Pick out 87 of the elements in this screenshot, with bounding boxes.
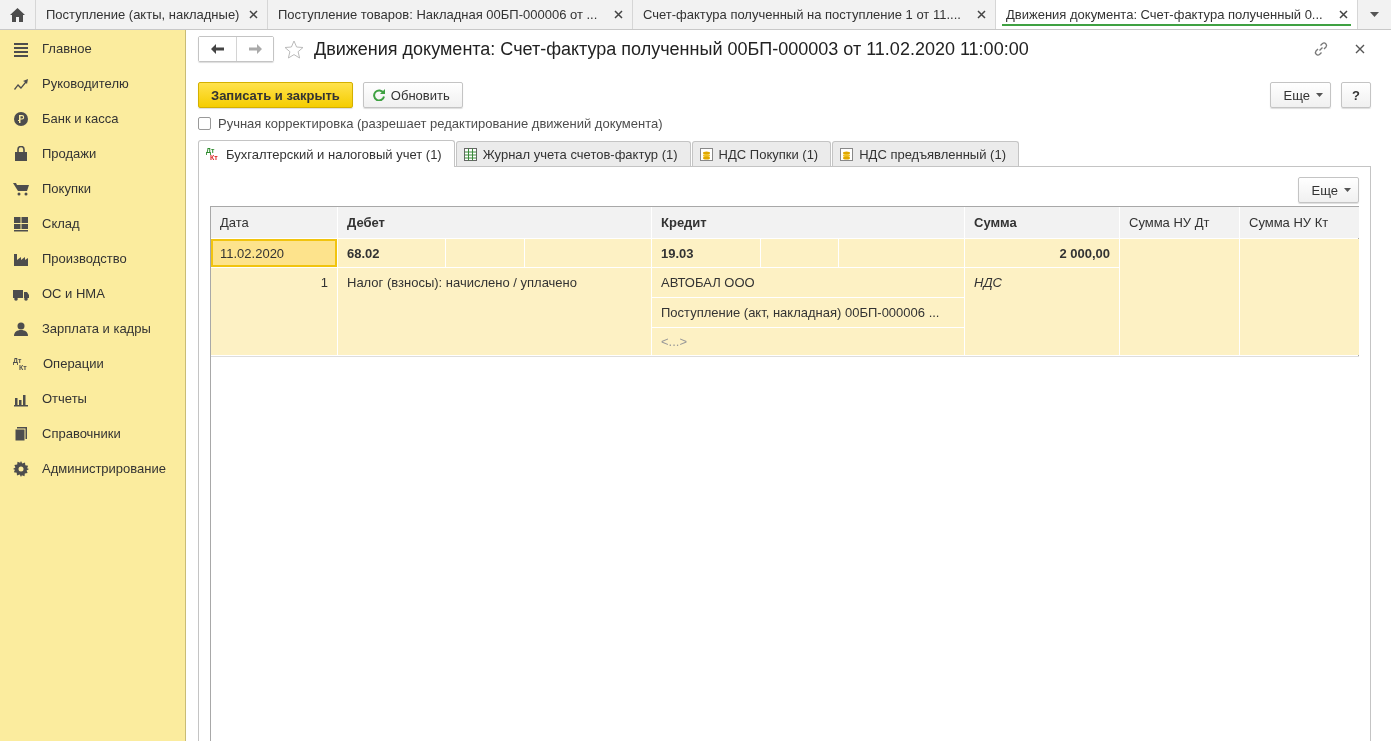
home-icon [10,7,25,22]
form-tab[interactable]: НДС предъявленный (1) [832,141,1019,166]
cart-icon [13,180,29,197]
sidebar-label: Банк и касса [42,111,119,126]
arrow-left-icon [211,44,224,54]
tabs-dropdown[interactable] [1358,0,1391,29]
sidebar-label: ОС и НМА [42,286,105,301]
table-cell: 2 000,00 [965,239,1119,267]
sidebar-item[interactable]: Администрирование [0,451,185,486]
settings-icon [13,460,29,477]
checkbox-label: Ручная корректировка (разрешает редактирование движений документа) [218,115,663,131]
table-cell[interactable]: 11.02.2020 [211,239,337,267]
table-cell: 19.03 [652,239,760,267]
refresh-icon [372,89,385,101]
column-header[interactable]: Кредит [652,207,964,238]
sidebar-label: Главное [42,41,92,56]
sidebar-label: Администрирование [42,461,166,476]
home-button[interactable] [0,0,36,29]
document-tab[interactable]: Счет-фактура полученный на поступление 1 от 11.... [633,0,996,29]
refresh-button[interactable]: Обновить [362,82,463,108]
table-cell: 1 [211,268,337,355]
form-title: Движения документа: Счет-фактура полученный 00БП-000003 от 11.02.2020 11:00:00 [314,38,1030,60]
table-cell: 68.02 [338,239,445,267]
sidebar-item[interactable]: Руководителю [0,66,185,101]
bag-icon [13,145,29,162]
ruble-icon [13,110,29,127]
menu-icon [13,40,29,57]
sidebar-label: Справочники [42,426,121,441]
sidebar-item[interactable]: Склад [0,206,185,241]
coins-icon [699,147,713,161]
sidebar-item[interactable]: Справочники [0,416,185,451]
sidebar-label: Покупки [42,181,91,196]
person-icon [13,320,29,337]
help-button[interactable]: ? [1341,82,1371,108]
checkbox[interactable] [198,116,211,130]
table-cell: НДС [965,268,1119,355]
grid-icon [13,215,29,232]
sidebar-label: Производство [42,251,127,266]
column-header[interactable]: Сумма НУ Кт [1240,207,1359,238]
more-button[interactable]: Еще [1297,177,1359,203]
sidebar-item[interactable]: Производство [0,241,185,276]
document-tab[interactable]: Поступление (акты, накладные) [36,0,268,29]
more-button[interactable]: Еще [1269,82,1332,108]
table-icon [463,147,477,161]
close-icon[interactable] [1355,44,1365,54]
sidebar-item[interactable]: Покупки [0,171,185,206]
close-icon [249,10,258,19]
column-header[interactable]: Сумма НУ Дт [1120,207,1239,238]
tab-label: Поступление (акты, накладные) [46,7,241,22]
column-header[interactable]: Дата [211,207,337,238]
document-tab[interactable]: Поступление товаров: Накладная 00БП-000006 от ... [268,0,633,29]
sidebar-item[interactable]: Зарплата и кадры [0,311,185,346]
dropdown-icon [1370,12,1379,17]
form-tab[interactable]: НДС Покупки (1) [691,141,832,166]
form-tab[interactable]: Журнал учета счетов-фактур (1) [455,141,691,166]
caret-icon [1344,188,1351,192]
sidebar-label: Зарплата и кадры [42,321,151,336]
sidebar-label: Продажи [42,146,97,161]
star-icon [284,39,304,59]
column-header[interactable]: Сумма [965,207,1119,238]
sidebar-item[interactable]: Главное [0,31,185,66]
sidebar-item[interactable]: ОС и НМА [0,276,185,311]
sidebar-label: Склад [42,216,80,231]
close-icon [1339,10,1348,19]
close-icon [977,10,986,19]
coins-icon [840,147,854,161]
table-cell: Поступление (акт, накладная) 00БП-000006 ... [652,298,964,327]
link-icon[interactable] [1313,41,1329,57]
sidebar-label: Руководителю [42,76,129,91]
sidebar-item[interactable]: Отчеты [0,381,185,416]
tab-label: Движения документа: Счет-фактура полученный 0... [1006,7,1324,22]
column-header[interactable]: Дебет [338,207,651,238]
back-button[interactable] [199,37,236,61]
tab-label: Счет-фактура полученный на поступление 1 от 11.... [643,7,962,22]
sidebar-label: Операции [43,356,104,371]
tab-label: Поступление товаров: Накладная 00БП-000006 от ... [278,7,599,22]
caret-icon [1316,93,1324,97]
close-icon [614,10,623,19]
books-icon [13,425,29,442]
table-cell: АВТОБАЛ ООО [652,268,964,297]
sidebar-item[interactable]: Продажи [0,136,185,171]
arrow-right-icon [248,44,262,54]
table-cell: <...> [652,328,964,355]
sidebar-label: Отчеты [42,391,87,406]
table-cell: Налог (взносы): начислено / уплачено [338,268,651,355]
sidebar-item[interactable]: Банк и касса [0,101,185,136]
save-and-close-button[interactable]: Записать и закрыть [198,82,353,108]
